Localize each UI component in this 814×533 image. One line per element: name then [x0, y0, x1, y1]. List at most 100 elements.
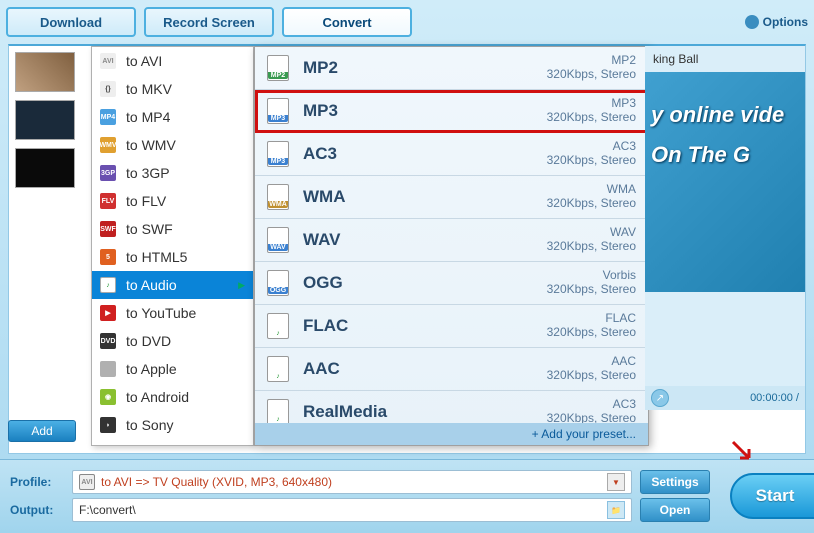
format-item-to-android[interactable]: ◉to Android [92, 383, 253, 411]
format-item-to-avi[interactable]: AVIto AVI [92, 47, 253, 75]
time-display: 00:00:00 / [750, 392, 799, 404]
format-icon: {} [100, 81, 116, 97]
top-toolbar: Download Record Screen Convert Options [0, 0, 814, 44]
preset-name: FLAC [303, 316, 348, 336]
thumbnail-strip [9, 46, 94, 453]
format-label: to MP4 [126, 109, 170, 125]
format-label: to FLV [126, 193, 166, 209]
main-area: AVIto AVI {} to MKV MP4 to MP4 WMV to WMV 3GP to… [8, 44, 806, 454]
format-item-to-youtube[interactable]: ▶ to YouTube [92, 299, 253, 327]
tab-convert[interactable]: Convert [282, 7, 412, 37]
preset-meta: FLAC320Kbps, Stereo [547, 311, 636, 339]
annotation-arrow-icon [730, 439, 754, 463]
format-label: to MKV [126, 81, 172, 97]
audio-file-icon: MP3 [267, 98, 289, 124]
preset-meta: MP2320Kbps, Stereo [547, 53, 636, 81]
preset-meta: AC3320Kbps, Stereo [547, 139, 636, 167]
format-item-to-sony[interactable]: ◗to Sony [92, 411, 253, 439]
format-icon [100, 361, 116, 377]
format-item-to-mp4[interactable]: MP4 to MP4 [92, 103, 253, 131]
tab-download[interactable]: Download [6, 7, 136, 37]
preset-meta: Vorbis320Kbps, Stereo [547, 268, 636, 296]
format-icon: 5 [100, 249, 116, 265]
settings-button[interactable]: Settings [640, 470, 710, 494]
audio-preset-wma[interactable]: WMA WMA WMA320Kbps, Stereo [255, 176, 648, 219]
preview-video[interactable]: y online vide On The G [645, 72, 805, 292]
format-item-to-swf[interactable]: SWF to SWF [92, 215, 253, 243]
preset-meta: WMA320Kbps, Stereo [547, 182, 636, 210]
video-thumbnail[interactable] [15, 148, 75, 188]
audio-file-icon: ♪ [267, 399, 289, 425]
audio-preset-flac[interactable]: ♪FLACFLAC320Kbps, Stereo [255, 305, 648, 348]
audio-file-icon: WAV [267, 227, 289, 253]
preset-name: MP2 [303, 58, 338, 78]
audio-file-icon: MP3 [267, 141, 289, 167]
preset-name: WMA [303, 187, 345, 207]
output-path-input[interactable]: F:\convert\ 📁 [72, 498, 632, 522]
preview-timebar: ↗ 00:00:00 / [645, 386, 805, 410]
preset-name: WAV [303, 230, 340, 250]
preset-meta: AAC320Kbps, Stereo [547, 354, 636, 382]
format-icon: FLV [100, 193, 116, 209]
format-label: to Audio [126, 277, 177, 293]
preset-name: AC3 [303, 144, 337, 164]
format-item-to-audio[interactable]: ♪ to Audio ▶ [92, 271, 253, 299]
tab-record-screen[interactable]: Record Screen [144, 7, 274, 37]
folder-icon[interactable]: 📁 [607, 501, 625, 519]
audio-preset-wav[interactable]: WAV WAV WAV320Kbps, Stereo [255, 219, 648, 262]
format-icon: MP4 [100, 109, 116, 125]
add-preset-link[interactable]: + Add your preset... [255, 423, 648, 445]
add-button[interactable]: Add [8, 420, 76, 442]
output-label: Output: [10, 503, 64, 517]
profile-value: to AVI => TV Quality (XVID, MP3, 640x480… [101, 475, 332, 489]
format-item-to-3gp[interactable]: 3GP to 3GP [92, 159, 253, 187]
format-icon: ▶ [100, 305, 116, 321]
format-label: to DVD [126, 333, 171, 349]
options-button[interactable]: Options [745, 15, 808, 29]
format-label: to Sony [126, 417, 173, 433]
format-item-to-dvd[interactable]: DVD to DVD [92, 327, 253, 355]
format-icon: DVD [100, 333, 116, 349]
preset-meta: MP3320Kbps, Stereo [547, 96, 636, 124]
preset-name: OGG [303, 273, 343, 293]
output-value: F:\convert\ [79, 503, 136, 517]
expand-icon[interactable]: ↗ [651, 389, 669, 407]
format-icon: 3GP [100, 165, 116, 181]
audio-preset-mp3[interactable]: MP3MP3MP3320Kbps, Stereo [255, 90, 648, 133]
audio-preset-ogg[interactable]: OGGOGGVorbis320Kbps, Stereo [255, 262, 648, 305]
audio-preset-ac3[interactable]: MP3 AC3 AC3320Kbps, Stereo [255, 133, 648, 176]
video-thumbnail[interactable] [15, 100, 75, 140]
start-button[interactable]: Start [730, 473, 814, 519]
format-label: to SWF [126, 221, 173, 237]
format-item-to-wmv[interactable]: WMV to WMV [92, 131, 253, 159]
format-item-to-flv[interactable]: FLV to FLV [92, 187, 253, 215]
chevron-down-icon[interactable]: ▼ [607, 473, 625, 491]
profile-dropdown[interactable]: AVI to AVI => TV Quality (XVID, MP3, 640… [72, 470, 632, 494]
format-item-to-mkv[interactable]: {} to MKV [92, 75, 253, 103]
format-label: to WMV [126, 137, 176, 153]
format-item-to-apple[interactable]: to Apple [92, 355, 253, 383]
format-item-to-html5[interactable]: 5to HTML5 [92, 243, 253, 271]
video-thumbnail[interactable] [15, 52, 75, 92]
audio-file-icon: ♪ [267, 356, 289, 382]
gear-icon [745, 15, 759, 29]
audio-file-icon: WMA [267, 184, 289, 210]
format-icon: WMV [100, 137, 116, 153]
open-button[interactable]: Open [640, 498, 710, 522]
format-icon: ♪ [100, 277, 116, 293]
format-icon: SWF [100, 221, 116, 237]
preset-meta: WAV320Kbps, Stereo [547, 225, 636, 253]
preview-overlay-text: On The G [651, 142, 799, 168]
avi-icon: AVI [79, 474, 95, 490]
format-label: to Apple [126, 361, 177, 377]
preset-meta: AC3320Kbps, Stereo [547, 397, 636, 425]
preview-title: king Ball [645, 46, 805, 72]
format-label: to YouTube [126, 305, 196, 321]
audio-preset-aac[interactable]: ♪AACAAC320Kbps, Stereo [255, 348, 648, 391]
preview-pane: king Ball y online vide On The G [645, 46, 805, 386]
preset-name: RealMedia [303, 402, 387, 422]
audio-preset-mp2[interactable]: MP2MP2MP2320Kbps, Stereo [255, 47, 648, 90]
chevron-right-icon: ▶ [238, 280, 245, 291]
format-label: to 3GP [126, 165, 170, 181]
preview-overlay-text: y online vide [651, 102, 799, 128]
